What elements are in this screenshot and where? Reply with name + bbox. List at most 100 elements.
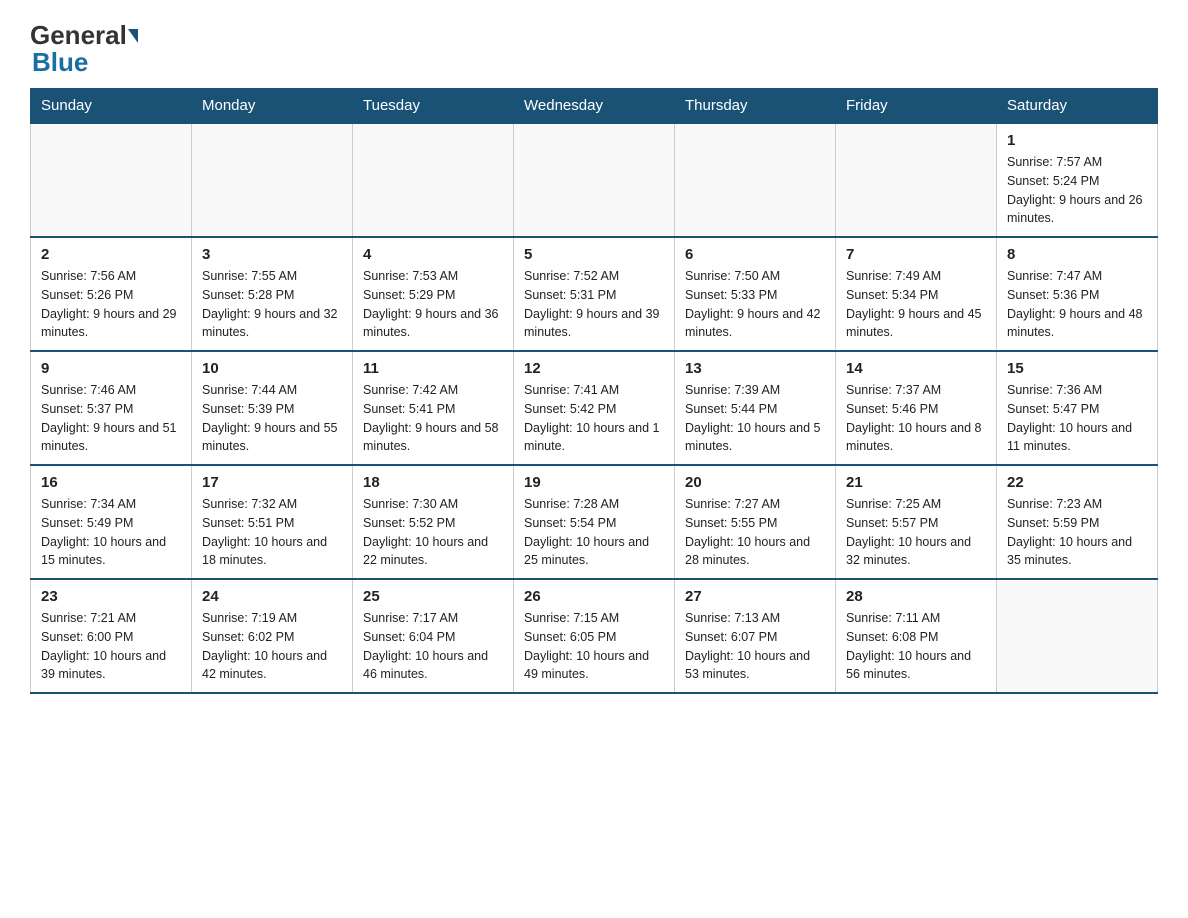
day-info: Sunrise: 7:28 AM Sunset: 5:54 PM Dayligh… xyxy=(524,495,664,570)
column-header-friday: Friday xyxy=(836,89,997,124)
day-number: 24 xyxy=(202,588,342,605)
day-number: 14 xyxy=(846,360,986,377)
day-info: Sunrise: 7:23 AM Sunset: 5:59 PM Dayligh… xyxy=(1007,495,1147,570)
day-info: Sunrise: 7:44 AM Sunset: 5:39 PM Dayligh… xyxy=(202,381,342,456)
day-info: Sunrise: 7:15 AM Sunset: 6:05 PM Dayligh… xyxy=(524,609,664,684)
calendar-cell: 12 Sunrise: 7:41 AM Sunset: 5:42 PM Dayli… xyxy=(514,351,675,465)
calendar-cell: 1 Sunrise: 7:57 AM Sunset: 5:24 PM Daylig… xyxy=(997,123,1158,237)
calendar-cell: 2 Sunrise: 7:56 AM Sunset: 5:26 PM Daylig… xyxy=(31,237,192,351)
day-number: 2 xyxy=(41,246,181,263)
day-number: 12 xyxy=(524,360,664,377)
calendar-cell: 22Sunrise: 7:23 AM Sunset: 5:59 PM Dayli… xyxy=(997,465,1158,579)
calendar-cell xyxy=(192,123,353,237)
calendar-cell: 19 Sunrise: 7:28 AM Sunset: 5:54 PM Dayli… xyxy=(514,465,675,579)
day-info: Sunrise: 7:27 AM Sunset: 5:55 PM Dayligh… xyxy=(685,495,825,570)
day-number: 10 xyxy=(202,360,342,377)
calendar-cell: 6Sunrise: 7:50 AM Sunset: 5:33 PM Daylig… xyxy=(675,237,836,351)
day-number: 26 xyxy=(524,588,664,605)
calendar-cell: 14 Sunrise: 7:37 AM Sunset: 5:46 PM Dayli… xyxy=(836,351,997,465)
day-info: Sunrise: 7:34 AM Sunset: 5:49 PM Dayligh… xyxy=(41,495,181,570)
day-info: Sunrise: 7:42 AM Sunset: 5:41 PM Dayligh… xyxy=(363,381,503,456)
calendar-week-row: 1 Sunrise: 7:57 AM Sunset: 5:24 PM Daylig… xyxy=(31,123,1158,237)
calendar-cell: 25 Sunrise: 7:17 AM Sunset: 6:04 PM Dayli… xyxy=(353,579,514,693)
calendar-cell: 18Sunrise: 7:30 AM Sunset: 5:52 PM Dayli… xyxy=(353,465,514,579)
calendar-cell: 23 Sunrise: 7:21 AM Sunset: 6:00 PM Dayli… xyxy=(31,579,192,693)
column-header-monday: Monday xyxy=(192,89,353,124)
calendar-week-row: 16 Sunrise: 7:34 AM Sunset: 5:49 PM Dayli… xyxy=(31,465,1158,579)
day-info: Sunrise: 7:37 AM Sunset: 5:46 PM Dayligh… xyxy=(846,381,986,456)
day-info: Sunrise: 7:41 AM Sunset: 5:42 PM Dayligh… xyxy=(524,381,664,456)
calendar-cell: 10 Sunrise: 7:44 AM Sunset: 5:39 PM Dayli… xyxy=(192,351,353,465)
day-number: 1 xyxy=(1007,132,1147,149)
day-info: Sunrise: 7:17 AM Sunset: 6:04 PM Dayligh… xyxy=(363,609,503,684)
calendar-header-row: SundayMondayTuesdayWednesdayThursdayFrid… xyxy=(31,89,1158,124)
day-info: Sunrise: 7:32 AM Sunset: 5:51 PM Dayligh… xyxy=(202,495,342,570)
day-info: Sunrise: 7:55 AM Sunset: 5:28 PM Dayligh… xyxy=(202,267,342,342)
day-info: Sunrise: 7:19 AM Sunset: 6:02 PM Dayligh… xyxy=(202,609,342,684)
calendar-cell: 8Sunrise: 7:47 AM Sunset: 5:36 PM Daylig… xyxy=(997,237,1158,351)
calendar-cell: 7Sunrise: 7:49 AM Sunset: 5:34 PM Daylig… xyxy=(836,237,997,351)
day-info: Sunrise: 7:46 AM Sunset: 5:37 PM Dayligh… xyxy=(41,381,181,456)
calendar-week-row: 23 Sunrise: 7:21 AM Sunset: 6:00 PM Dayli… xyxy=(31,579,1158,693)
day-info: Sunrise: 7:56 AM Sunset: 5:26 PM Dayligh… xyxy=(41,267,181,342)
day-number: 27 xyxy=(685,588,825,605)
calendar-cell: 16 Sunrise: 7:34 AM Sunset: 5:49 PM Dayli… xyxy=(31,465,192,579)
calendar-cell xyxy=(31,123,192,237)
day-number: 25 xyxy=(363,588,503,605)
calendar-cell xyxy=(514,123,675,237)
column-header-tuesday: Tuesday xyxy=(353,89,514,124)
day-info: Sunrise: 7:57 AM Sunset: 5:24 PM Dayligh… xyxy=(1007,153,1147,228)
column-header-thursday: Thursday xyxy=(675,89,836,124)
day-number: 15 xyxy=(1007,360,1147,377)
calendar-cell xyxy=(836,123,997,237)
day-info: Sunrise: 7:25 AM Sunset: 5:57 PM Dayligh… xyxy=(846,495,986,570)
calendar-cell: 9Sunrise: 7:46 AM Sunset: 5:37 PM Daylig… xyxy=(31,351,192,465)
calendar-cell: 24 Sunrise: 7:19 AM Sunset: 6:02 PM Dayli… xyxy=(192,579,353,693)
day-number: 16 xyxy=(41,474,181,491)
logo-triangle-icon xyxy=(128,29,138,43)
page-header: General Blue xyxy=(30,20,1158,78)
calendar-cell: 4Sunrise: 7:53 AM Sunset: 5:29 PM Daylig… xyxy=(353,237,514,351)
day-number: 21 xyxy=(846,474,986,491)
day-info: Sunrise: 7:39 AM Sunset: 5:44 PM Dayligh… xyxy=(685,381,825,456)
calendar-cell xyxy=(353,123,514,237)
calendar-cell: 26 Sunrise: 7:15 AM Sunset: 6:05 PM Dayli… xyxy=(514,579,675,693)
calendar-cell: 28 Sunrise: 7:11 AM Sunset: 6:08 PM Dayli… xyxy=(836,579,997,693)
calendar-cell: 21 Sunrise: 7:25 AM Sunset: 5:57 PM Dayli… xyxy=(836,465,997,579)
calendar-cell: 15 Sunrise: 7:36 AM Sunset: 5:47 PM Dayli… xyxy=(997,351,1158,465)
day-number: 28 xyxy=(846,588,986,605)
calendar-cell xyxy=(997,579,1158,693)
calendar-week-row: 9Sunrise: 7:46 AM Sunset: 5:37 PM Daylig… xyxy=(31,351,1158,465)
day-number: 4 xyxy=(363,246,503,263)
calendar-cell xyxy=(675,123,836,237)
column-header-wednesday: Wednesday xyxy=(514,89,675,124)
day-number: 17 xyxy=(202,474,342,491)
calendar-cell: 5Sunrise: 7:52 AM Sunset: 5:31 PM Daylig… xyxy=(514,237,675,351)
day-info: Sunrise: 7:13 AM Sunset: 6:07 PM Dayligh… xyxy=(685,609,825,684)
day-number: 23 xyxy=(41,588,181,605)
calendar-cell: 20Sunrise: 7:27 AM Sunset: 5:55 PM Dayli… xyxy=(675,465,836,579)
day-number: 13 xyxy=(685,360,825,377)
calendar-week-row: 2 Sunrise: 7:56 AM Sunset: 5:26 PM Daylig… xyxy=(31,237,1158,351)
logo-blue-part: Blue xyxy=(30,47,88,78)
day-info: Sunrise: 7:47 AM Sunset: 5:36 PM Dayligh… xyxy=(1007,267,1147,342)
calendar-cell: 11 Sunrise: 7:42 AM Sunset: 5:41 PM Dayli… xyxy=(353,351,514,465)
day-number: 6 xyxy=(685,246,825,263)
calendar-cell: 3 Sunrise: 7:55 AM Sunset: 5:28 PM Daylig… xyxy=(192,237,353,351)
day-info: Sunrise: 7:21 AM Sunset: 6:00 PM Dayligh… xyxy=(41,609,181,684)
logo: General Blue xyxy=(30,20,139,78)
day-number: 18 xyxy=(363,474,503,491)
column-header-sunday: Sunday xyxy=(31,89,192,124)
day-number: 5 xyxy=(524,246,664,263)
day-number: 19 xyxy=(524,474,664,491)
calendar-table: SundayMondayTuesdayWednesdayThursdayFrid… xyxy=(30,88,1158,694)
calendar-cell: 13 Sunrise: 7:39 AM Sunset: 5:44 PM Dayli… xyxy=(675,351,836,465)
day-number: 11 xyxy=(363,360,503,377)
column-header-saturday: Saturday xyxy=(997,89,1158,124)
calendar-cell: 27 Sunrise: 7:13 AM Sunset: 6:07 PM Dayli… xyxy=(675,579,836,693)
day-info: Sunrise: 7:36 AM Sunset: 5:47 PM Dayligh… xyxy=(1007,381,1147,456)
day-number: 3 xyxy=(202,246,342,263)
calendar-cell: 17 Sunrise: 7:32 AM Sunset: 5:51 PM Dayli… xyxy=(192,465,353,579)
day-info: Sunrise: 7:11 AM Sunset: 6:08 PM Dayligh… xyxy=(846,609,986,684)
day-number: 7 xyxy=(846,246,986,263)
